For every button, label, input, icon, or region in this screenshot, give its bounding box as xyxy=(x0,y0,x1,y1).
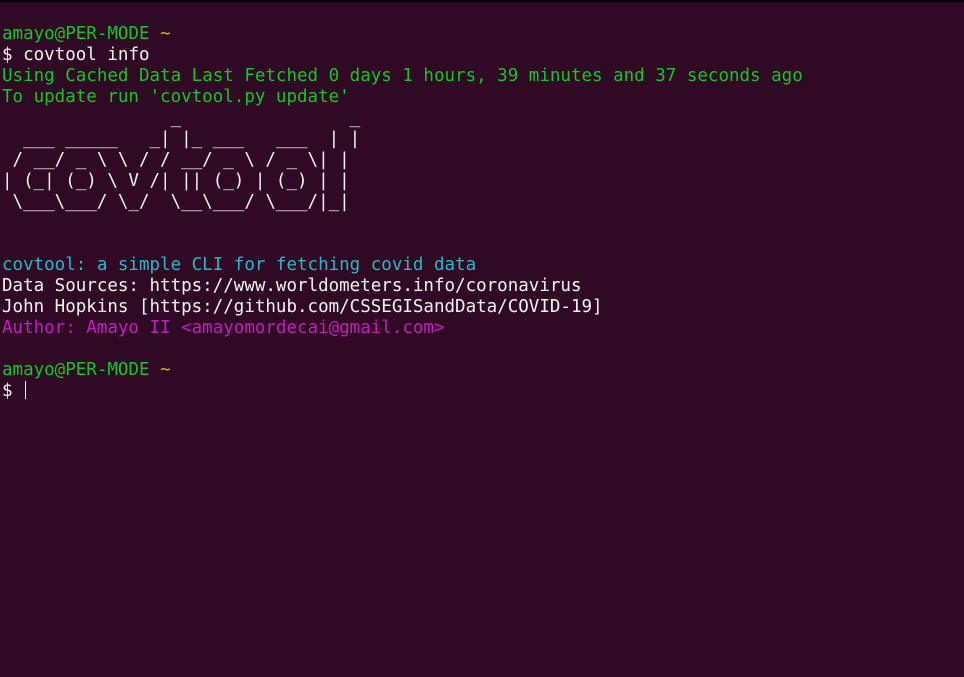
data-sources-line: Data Sources: https://www.worldometers.i… xyxy=(2,276,582,296)
command-text: covtool info xyxy=(23,45,150,65)
prompt-user: amayo@PER-MODE xyxy=(2,24,150,44)
text-cursor xyxy=(25,381,27,399)
covtool-ascii-logo: _ _ ___ _____ _| |_ ___ ___ | | / __/ _ … xyxy=(2,108,361,212)
terminal-window[interactable]: amayo@PER-MODE ~ $ covtool info Using Ca… xyxy=(0,0,964,677)
cache-status-line: Using Cached Data Last Fetched 0 days 1 … xyxy=(2,66,803,86)
command-line: $ covtool info xyxy=(2,45,964,66)
prompt-symbol: $ xyxy=(2,381,13,401)
prompt-symbol: $ xyxy=(2,45,13,65)
active-command-line[interactable]: $ xyxy=(2,381,964,402)
update-hint-line: To update run 'covtool.py update' xyxy=(2,87,350,107)
data-sources-line-2: John Hopkins [https://github.com/CSSEGIS… xyxy=(2,297,603,317)
author-line: Author: Amayo II <amayomordecai@gmail.co… xyxy=(2,318,445,338)
prompt-path: ~ xyxy=(160,360,171,380)
prompt-line: amayo@PER-MODE ~ xyxy=(2,24,964,45)
prompt-line-2: amayo@PER-MODE ~ xyxy=(2,360,964,381)
prompt-user: amayo@PER-MODE xyxy=(2,360,150,380)
prompt-path: ~ xyxy=(160,24,171,44)
description-line: covtool: a simple CLI for fetching covid… xyxy=(2,255,477,275)
